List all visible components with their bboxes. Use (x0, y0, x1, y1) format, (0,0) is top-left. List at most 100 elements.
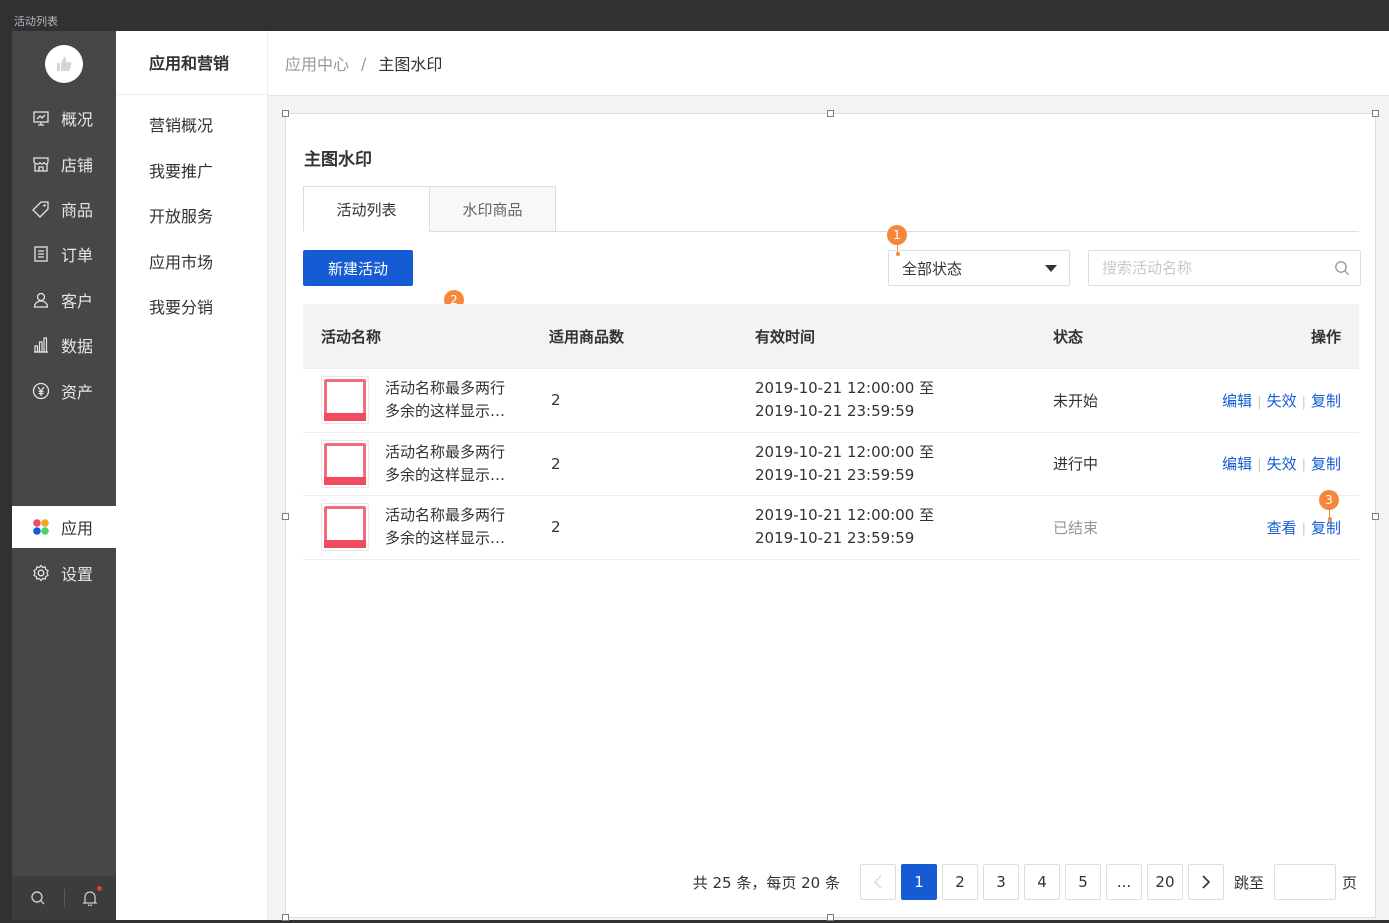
copy-link[interactable]: 复制 (1311, 392, 1341, 410)
sidebar-item-label: 应用 (61, 519, 94, 538)
page-button-3[interactable]: 3 (982, 864, 1019, 900)
sidebar-item-assets[interactable]: 资产 (12, 370, 116, 412)
new-activity-button[interactable]: 新建活动 (303, 250, 413, 286)
page-button-1[interactable]: 1 (900, 864, 937, 900)
sidebar-item-settings[interactable]: 设置 (12, 552, 116, 594)
gear-icon (31, 563, 51, 583)
sidebar-item-overview[interactable]: 概况 (12, 97, 116, 139)
content-card: 主图水印 活动列表 水印商品 新建活动 1 全部状态 2 活动名称 适用商品数 … (282, 110, 1379, 921)
goods-count: 2 (551, 391, 561, 410)
watermark-thumbnail (321, 503, 369, 552)
activity-name-line: 多余的这样显示… (385, 465, 506, 484)
page-button-20[interactable]: 20 (1146, 864, 1183, 900)
time-end: 2019-10-21 23:59:59 (755, 529, 915, 548)
breadcrumb-current: 主图水印 (378, 55, 443, 74)
selection-handle (282, 110, 289, 117)
sidebar-item-label: 订单 (61, 246, 94, 265)
sidebar-item-goods[interactable]: 商品 (12, 188, 116, 230)
copy-link[interactable]: 复制 (1311, 455, 1341, 473)
sidebar-item-label: 设置 (61, 565, 94, 584)
store-icon (31, 154, 51, 174)
table-header: 活动名称 适用商品数 有效时间 状态 操作 (303, 304, 1359, 369)
sidebar-footer (12, 876, 116, 920)
next-page-button[interactable] (1187, 864, 1224, 900)
global-search-button[interactable] (12, 876, 64, 920)
thumbs-up-icon (57, 57, 72, 71)
jump-page-input[interactable] (1273, 864, 1336, 900)
subnav-item-marketing-overview[interactable]: 营销概况 (116, 103, 267, 149)
sidebar-item-data[interactable]: 数据 (12, 324, 116, 366)
page-button-5[interactable]: 5 (1064, 864, 1101, 900)
subnav-item-open-services[interactable]: 开放服务 (116, 194, 267, 240)
window-title: 活动列表 (14, 15, 58, 28)
tab-bar: 活动列表 水印商品 (303, 186, 1359, 232)
sidebar-item-label: 概况 (61, 110, 94, 129)
bell-icon (82, 891, 98, 906)
selection-handle (1372, 110, 1379, 117)
selection-handle (1372, 513, 1379, 520)
chevron-left-icon (873, 875, 882, 889)
prev-page-button[interactable] (859, 864, 896, 900)
view-link[interactable]: 查看 (1267, 519, 1297, 537)
column-header-count: 适用商品数 (549, 327, 625, 346)
annotation-pointer (1327, 510, 1332, 521)
row-actions: 编辑 | 失效 | 复制 (1165, 390, 1359, 411)
column-header-actions: 操作 (1310, 327, 1341, 346)
notification-button[interactable] (65, 876, 117, 920)
sidebar-item-orders[interactable]: 订单 (12, 233, 116, 275)
sidebar-item-label: 商品 (61, 201, 94, 220)
sidebar-item-customers[interactable]: 客户 (12, 279, 116, 321)
activity-name: 活动名称最多两行 多余的这样显示… (385, 377, 525, 423)
sidebar-item-store[interactable]: 店铺 (12, 143, 116, 185)
presentation-icon (31, 108, 51, 128)
activity-name-line: 活动名称最多两行 (385, 379, 506, 398)
tag-icon (31, 199, 51, 219)
edit-link[interactable]: 编辑 (1222, 392, 1252, 410)
table-row: 活动名称最多两行 多余的这样显示… 2 2019-10-21 12:00:00 … (303, 433, 1359, 496)
watermark-thumbnail (321, 439, 369, 488)
valid-time: 2019-10-21 12:00:00 至 2019-10-21 23:59:5… (737, 504, 1035, 550)
tab-watermark-goods[interactable]: 水印商品 (429, 186, 556, 232)
search-box (1088, 250, 1361, 286)
subnav-title: 应用和营销 (116, 31, 267, 95)
tab-activity-list[interactable]: 活动列表 (303, 186, 430, 232)
search-icon[interactable] (1334, 260, 1350, 276)
page-button-2[interactable]: 2 (941, 864, 978, 900)
selection-handle (827, 110, 834, 117)
sidebar-item-label: 店铺 (61, 156, 94, 175)
subnav-item-app-market[interactable]: 应用市场 (116, 240, 267, 286)
main-area: 应用中心 / 主图水印 主图水印 活动列表 水印商品 新建活动 1 全部状态 2 (268, 31, 1389, 921)
valid-time: 2019-10-21 12:00:00 至 2019-10-21 23:59:5… (737, 441, 1035, 487)
action-divider: | (1301, 521, 1306, 537)
page-ellipsis-button[interactable]: ... (1105, 864, 1142, 900)
activity-name-line: 多余的这样显示… (385, 529, 506, 548)
sidebar-item-label: 客户 (61, 292, 94, 311)
pagination: 共 25 条，每页 20 条 1 2 3 4 5 ... 20 跳至 页 (693, 864, 1357, 900)
activity-name-line: 多余的这样显示… (385, 402, 506, 421)
goods-count: 2 (551, 454, 561, 473)
breadcrumb-separator: / (361, 53, 367, 73)
sidebar-item-apps[interactable]: 应用 (12, 506, 116, 548)
page-button-4[interactable]: 4 (1023, 864, 1060, 900)
table-row: 活动名称最多两行 多余的这样显示… 2 2019-10-21 12:00:00 … (303, 369, 1359, 433)
subnav-item-distribution[interactable]: 我要分销 (116, 285, 267, 331)
invalidate-link[interactable]: 失效 (1267, 455, 1297, 473)
edit-link[interactable]: 编辑 (1222, 455, 1252, 473)
jump-label: 跳至 (1233, 873, 1264, 892)
subnav-item-promotion[interactable]: 我要推广 (116, 149, 267, 195)
copy-link[interactable]: 复制 (1311, 519, 1341, 537)
search-icon (31, 891, 45, 905)
document-icon (31, 244, 51, 264)
sidebar-item-label: 资产 (61, 383, 94, 402)
action-divider: | (1301, 394, 1306, 410)
status-text: 进行中 (1053, 455, 1099, 474)
breadcrumb-parent[interactable]: 应用中心 (285, 51, 349, 75)
chevron-right-icon (1202, 875, 1211, 889)
search-input[interactable] (1089, 251, 1309, 285)
watermark-thumbnail (321, 376, 369, 425)
invalidate-link[interactable]: 失效 (1267, 392, 1297, 410)
activity-name-line: 活动名称最多两行 (385, 442, 506, 461)
status-select[interactable]: 全部状态 (888, 250, 1070, 286)
shop-logo[interactable] (45, 45, 83, 83)
bar-chart-icon (31, 335, 51, 355)
